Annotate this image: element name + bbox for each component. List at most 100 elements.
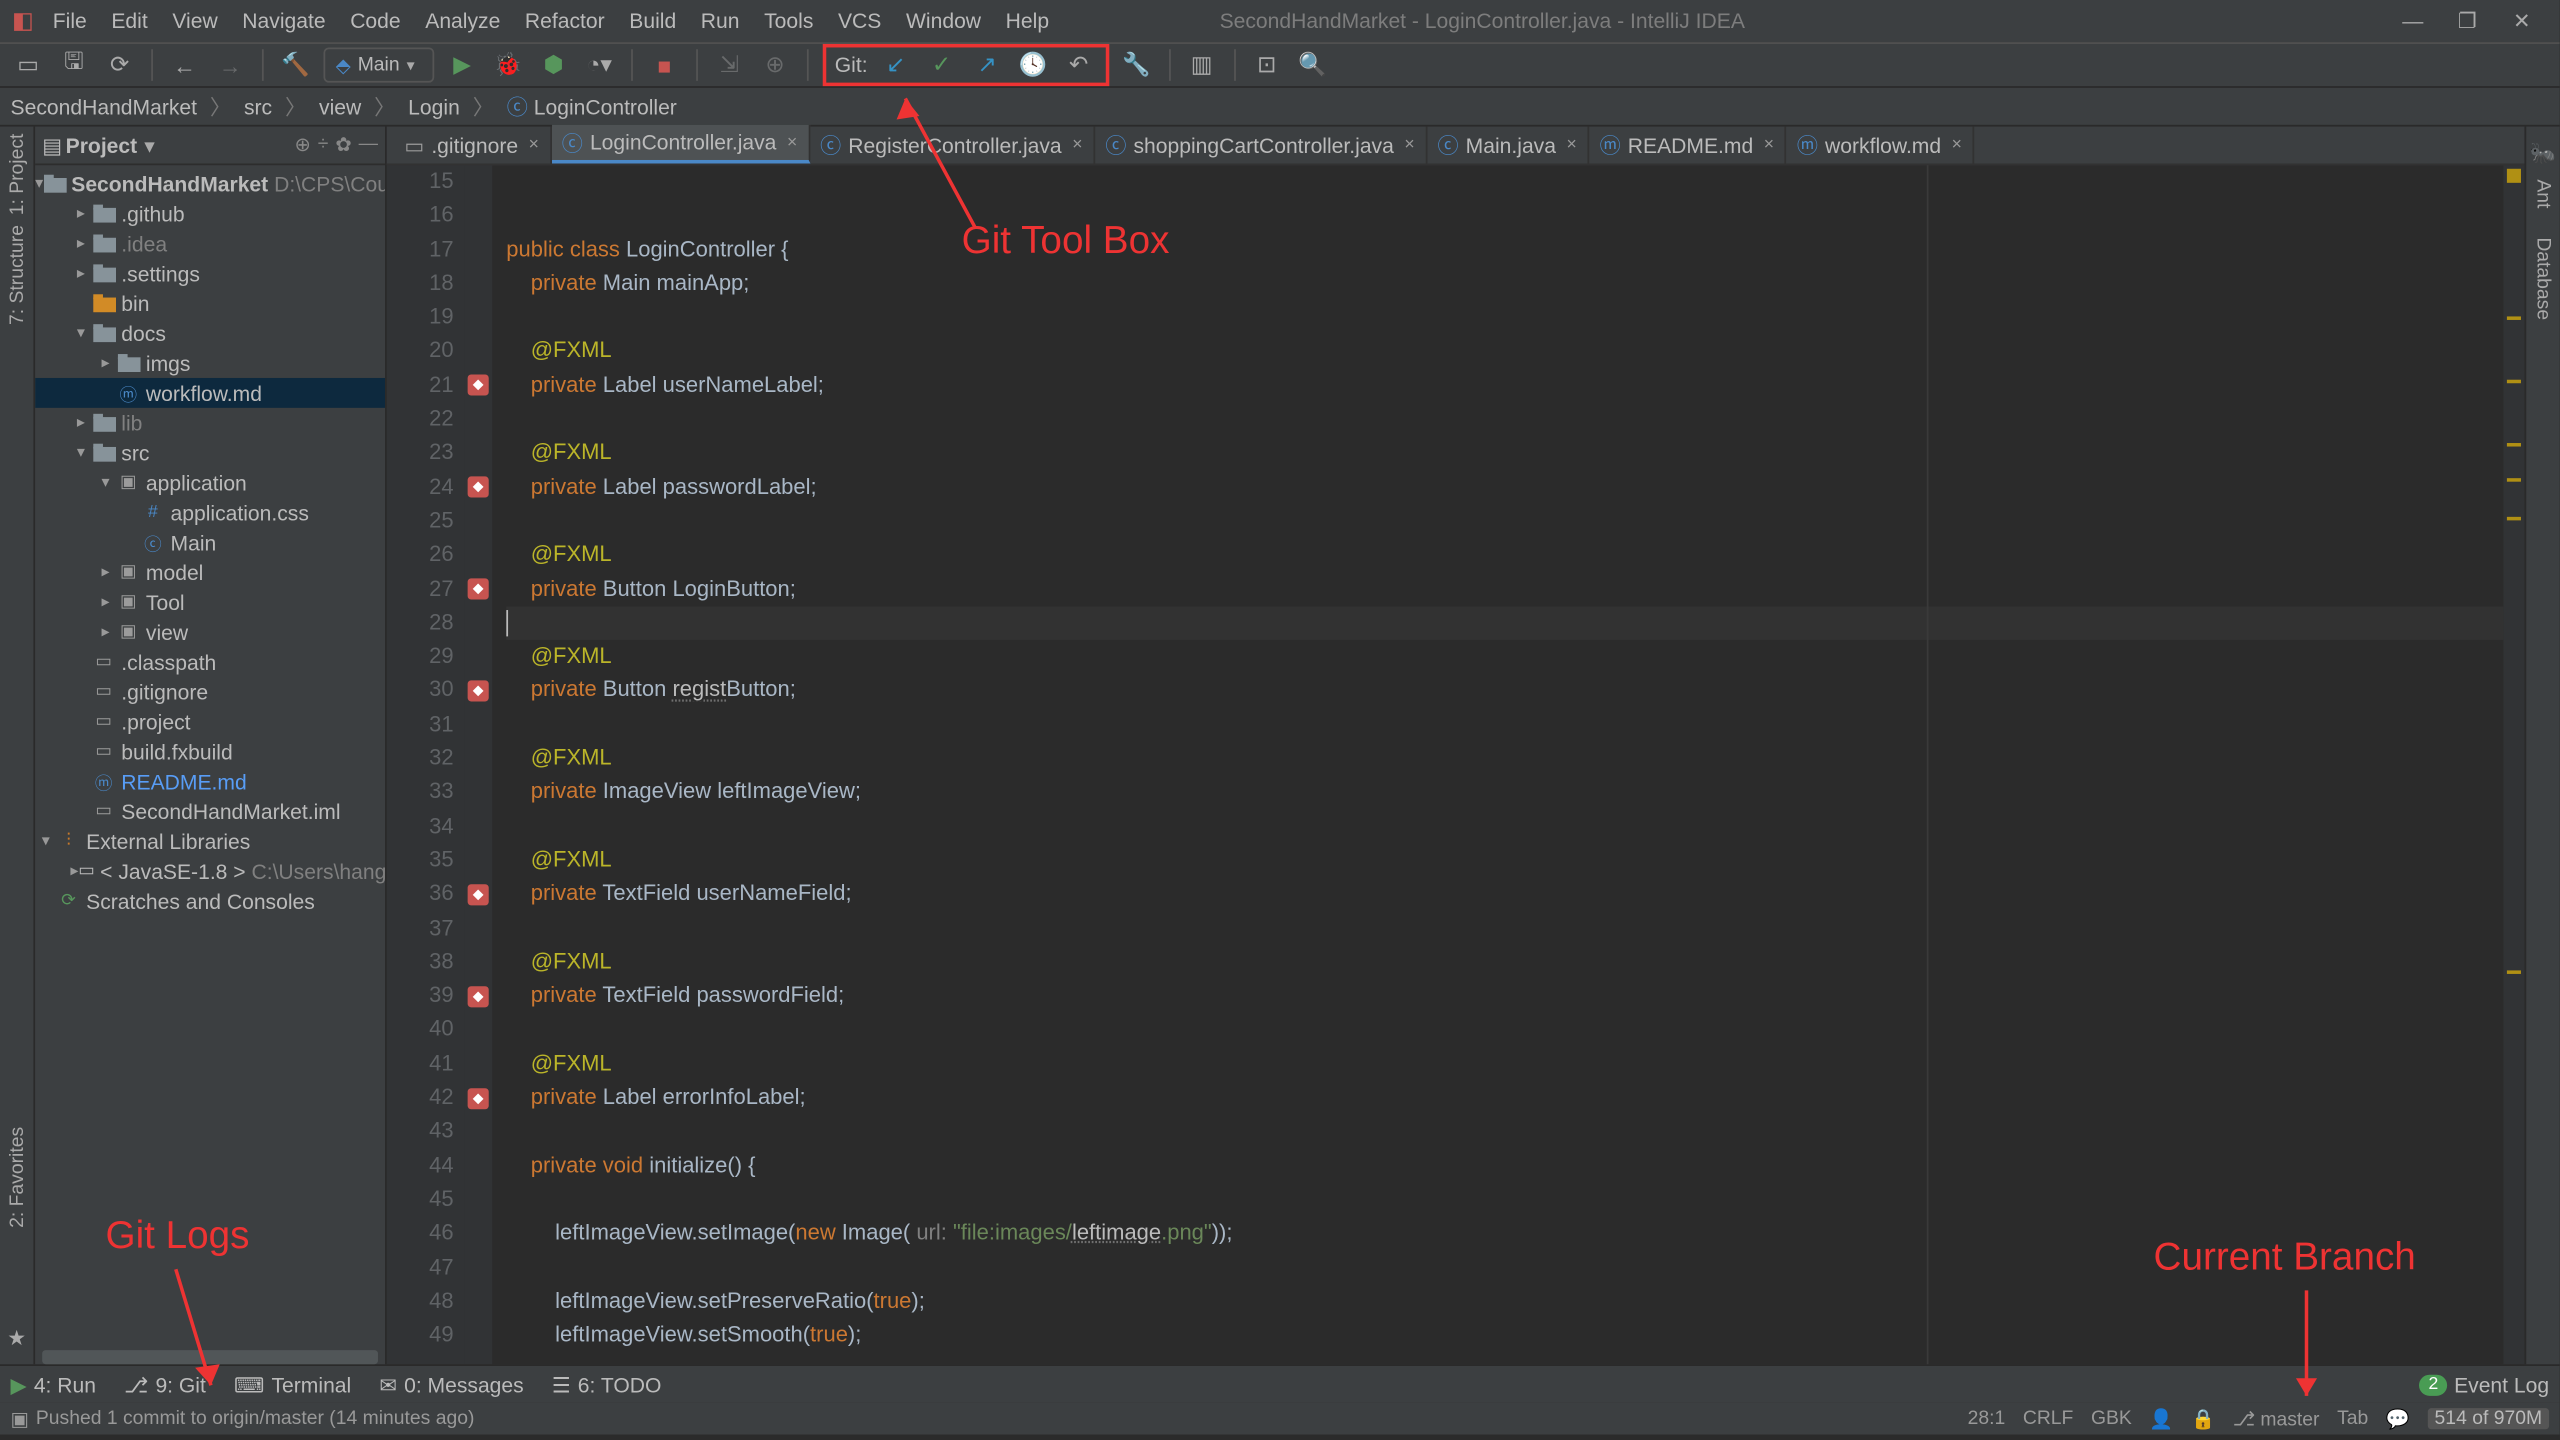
memory-indicator[interactable]: 514 of 970M xyxy=(2428,1408,2550,1429)
structure-tool-tab[interactable]: 7: Structure xyxy=(6,226,27,326)
profile-icon[interactable]: ◔▾ xyxy=(582,47,617,82)
star-icon[interactable]: ★ xyxy=(7,1326,26,1351)
menu-analyze[interactable]: Analyze xyxy=(413,7,513,35)
close-tab-icon[interactable]: × xyxy=(1404,135,1414,154)
scratches-node[interactable]: ⟳Scratches and Consoles xyxy=(35,886,385,916)
close-tab-icon[interactable]: × xyxy=(1764,135,1774,154)
run-icon[interactable]: ▶ xyxy=(444,47,479,82)
indent-indicator[interactable]: Tab xyxy=(2337,1408,2368,1429)
event-log-tab[interactable]: 2 Event Log xyxy=(2420,1372,2549,1397)
tree-item-README.md[interactable]: ⓜREADME.md xyxy=(35,766,385,796)
close-tab-icon[interactable]: × xyxy=(787,133,797,152)
tab-shoppingCartController.java[interactable]: ⓒshoppingCartController.java× xyxy=(1095,127,1427,164)
menu-code[interactable]: Code xyxy=(338,7,413,35)
search-icon[interactable]: ⊕ xyxy=(757,47,792,82)
git-tool-tab[interactable]: ⎇9: Git xyxy=(124,1372,206,1397)
menu-edit[interactable]: Edit xyxy=(99,7,160,35)
tree-item-application[interactable]: ▾▣application xyxy=(35,468,385,498)
tree-item-application.css[interactable]: #application.css xyxy=(35,498,385,528)
tab-RegisterController.java[interactable]: ⓒRegisterController.java× xyxy=(810,127,1095,164)
external-libraries[interactable]: ▾⫶External Libraries xyxy=(35,826,385,856)
jdk-node[interactable]: ▸▭< JavaSE-1.8 > C:\Users\hangz xyxy=(35,856,385,886)
tree-item-.github[interactable]: ▸.github xyxy=(35,199,385,229)
settings-icon[interactable]: 🔧 xyxy=(1119,47,1154,82)
tab-workflow.md[interactable]: ⓜworkflow.md× xyxy=(1786,127,1974,164)
attach-icon[interactable]: ⇲ xyxy=(712,47,747,82)
ant-icon[interactable]: 🐜 xyxy=(2530,141,2556,166)
menu-vcs[interactable]: VCS xyxy=(826,7,894,35)
line-gutter[interactable]: 1516171819202122232425262728293031323334… xyxy=(387,165,464,1364)
run-configuration-selector[interactable]: ⬘Main▾ xyxy=(323,47,433,82)
ant-tool-tab[interactable]: Ant xyxy=(2532,179,2553,208)
caret-position[interactable]: 28:1 xyxy=(1968,1408,2006,1429)
tree-item-workflow.md[interactable]: ⓜworkflow.md xyxy=(35,378,385,408)
menu-refactor[interactable]: Refactor xyxy=(513,7,617,35)
file-encoding[interactable]: GBK xyxy=(2091,1408,2132,1429)
tab-README.md[interactable]: ⓜREADME.md× xyxy=(1589,127,1786,164)
maximize-button[interactable]: ❐ xyxy=(2456,9,2479,34)
menu-file[interactable]: File xyxy=(40,7,99,35)
back-icon[interactable]: ← xyxy=(167,47,202,82)
error-stripe[interactable] xyxy=(2503,165,2524,1364)
tree-scrollbar[interactable] xyxy=(42,1350,378,1364)
presentation-icon[interactable]: ⊡ xyxy=(1249,47,1284,82)
structure-icon[interactable]: ▥ xyxy=(1184,47,1219,82)
git-commit-icon[interactable]: ✓ xyxy=(924,47,959,82)
sync-icon[interactable]: ⟳ xyxy=(102,47,137,82)
git-push-icon[interactable]: ↗ xyxy=(970,47,1005,82)
project-panel-header[interactable]: ▤ Project ▾ ⊕÷✿— xyxy=(35,127,385,166)
breadcrumb-SecondHandMarket[interactable]: SecondHandMarket xyxy=(11,95,197,120)
menu-help[interactable]: Help xyxy=(993,7,1061,35)
tree-item-docs[interactable]: ▾docs xyxy=(35,318,385,348)
menu-build[interactable]: Build xyxy=(617,7,689,35)
tree-item-.gitignore[interactable]: ▭.gitignore xyxy=(35,677,385,707)
tree-item-.idea[interactable]: ▸.idea xyxy=(35,229,385,259)
breadcrumb-view[interactable]: view xyxy=(319,95,361,120)
tree-item-.settings[interactable]: ▸.settings xyxy=(35,258,385,288)
git-rollback-icon[interactable]: ↶ xyxy=(1061,47,1096,82)
code-editor[interactable]: 1516171819202122232425262728293031323334… xyxy=(387,165,2525,1364)
git-branch[interactable]: ⎇ master xyxy=(2233,1407,2320,1430)
coverage-icon[interactable]: ⬢ xyxy=(536,47,571,82)
tree-item-model[interactable]: ▸▣model xyxy=(35,557,385,587)
status-icon[interactable]: ▣ xyxy=(11,1407,29,1430)
menu-run[interactable]: Run xyxy=(689,7,752,35)
project-tool-tab[interactable]: 1: Project xyxy=(6,134,27,216)
terminal-tool-tab[interactable]: ⌨Terminal xyxy=(234,1372,351,1397)
breadcrumb-Login[interactable]: Login xyxy=(408,95,460,120)
tree-item-build.fxbuild[interactable]: ▭build.fxbuild xyxy=(35,737,385,767)
close-tab-icon[interactable]: × xyxy=(1952,135,1962,154)
menu-navigate[interactable]: Navigate xyxy=(230,7,338,35)
run-tool-tab[interactable]: ▶4: Run xyxy=(11,1372,96,1397)
gutter-marks[interactable]: ◆◆◆◆◆◆◆ xyxy=(464,165,492,1364)
debug-icon[interactable]: 🐞 xyxy=(490,47,525,82)
todo-tool-tab[interactable]: ☰6: TODO xyxy=(552,1372,662,1397)
save-icon[interactable]: 🖫 xyxy=(56,47,91,82)
tree-item-SecondHandMarket.iml[interactable]: ▭SecondHandMarket.iml xyxy=(35,796,385,826)
build-icon[interactable]: 🔨 xyxy=(278,47,313,82)
tree-item-view[interactable]: ▸▣view xyxy=(35,617,385,647)
tree-root[interactable]: ▾SecondHandMarket D:\CPS\Cou xyxy=(35,169,385,199)
find-icon[interactable]: 🔍 xyxy=(1295,47,1330,82)
git-history-icon[interactable]: 🕓 xyxy=(1015,47,1050,82)
tab-Main.java[interactable]: ⓒMain.java× xyxy=(1427,127,1589,164)
tree-item-src[interactable]: ▾src xyxy=(35,438,385,468)
inspection-icon[interactable]: 👤 xyxy=(2149,1407,2173,1430)
database-tool-tab[interactable]: Database xyxy=(2532,236,2553,319)
forward-icon[interactable]: → xyxy=(213,47,248,82)
tree-item-Main[interactable]: ⓒMain xyxy=(35,527,385,557)
tree-item-bin[interactable]: bin xyxy=(35,288,385,318)
notif-icon[interactable]: 💬 xyxy=(2386,1407,2410,1430)
stop-icon[interactable]: ■ xyxy=(647,47,682,82)
tab-LoginController.java[interactable]: ⓒLoginController.java× xyxy=(551,125,809,164)
breadcrumb-LoginController[interactable]: ⓒ LoginController xyxy=(507,95,677,120)
open-icon[interactable]: ▭ xyxy=(11,47,46,82)
menu-tools[interactable]: Tools xyxy=(752,7,826,35)
git-pull-icon[interactable]: ↙ xyxy=(878,47,913,82)
tab-.gitignore[interactable]: ▭.gitignore× xyxy=(394,127,551,164)
close-tab-icon[interactable]: × xyxy=(1567,135,1577,154)
close-tab-icon[interactable]: × xyxy=(1072,135,1082,154)
menu-window[interactable]: Window xyxy=(894,7,994,35)
lock-icon[interactable]: 🔒 xyxy=(2191,1407,2215,1430)
minimize-button[interactable]: — xyxy=(2401,9,2424,34)
